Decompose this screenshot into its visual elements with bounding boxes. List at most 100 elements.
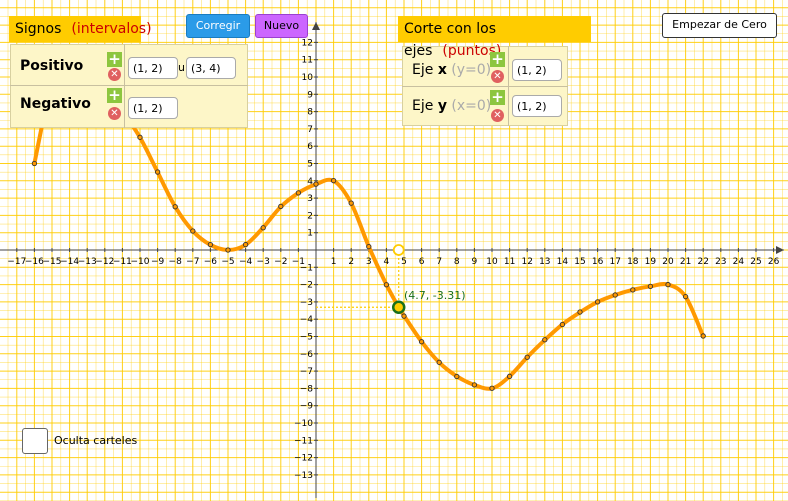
x-tick-label: 8 — [454, 257, 460, 267]
x-tick-label: −5 — [221, 257, 234, 267]
y-tick-label: 6 — [307, 142, 313, 152]
eje-x-point-field[interactable]: (1, 2) — [512, 59, 562, 81]
y-tick-label: −4 — [300, 315, 314, 325]
oculta-carteles-label: Oculta carteles — [54, 434, 138, 447]
y-tick-label: 11 — [302, 56, 313, 66]
y-tick-label: −8 — [300, 384, 314, 394]
curve-marker — [630, 287, 636, 293]
x-tick-label: −4 — [239, 257, 253, 267]
x-tick-label: 9 — [472, 257, 478, 267]
eje-x-remove-icon[interactable]: ✕ — [491, 70, 504, 83]
x-axis-arrow — [776, 246, 784, 254]
curve-marker — [225, 247, 231, 253]
eje-y-axis: y — [437, 98, 447, 114]
x-tick-label: 19 — [645, 257, 657, 267]
x-tick-label: 23 — [715, 257, 726, 267]
x-tick-label: 18 — [627, 257, 639, 267]
oculta-carteles-checkbox[interactable] — [22, 428, 48, 454]
eje-y-point-field[interactable]: (1, 2) — [512, 95, 562, 117]
x-tick-label: 13 — [539, 257, 550, 267]
curve-marker — [313, 181, 319, 187]
point-projection-x — [392, 244, 405, 256]
eje-x-axis: x — [437, 62, 447, 78]
y-axis-arrow — [312, 22, 320, 30]
curve-marker — [137, 134, 143, 140]
curve-marker — [154, 169, 161, 175]
signos-subtitle: (intervalos) — [71, 21, 152, 37]
x-tick-label: 10 — [486, 257, 498, 267]
curve-marker — [242, 241, 249, 248]
positivo-label: Positivo — [20, 58, 84, 74]
curve-marker — [665, 281, 671, 288]
y-tick-label: 2 — [307, 211, 313, 221]
curve-marker — [682, 294, 689, 300]
x-tick-label: 22 — [697, 257, 708, 267]
positivo-interval-field-2[interactable]: (3, 4) — [186, 57, 236, 79]
curve-marker — [295, 190, 302, 196]
x-tick-label: 17 — [609, 257, 620, 267]
movable-point-marker[interactable] — [391, 300, 406, 315]
x-tick-label: −8 — [169, 257, 183, 267]
curve-marker — [366, 244, 372, 250]
x-tick-label: 24 — [733, 257, 745, 267]
curve-marker — [700, 333, 706, 339]
positivo-add-icon[interactable]: + — [107, 52, 122, 67]
y-tick-label: 7 — [307, 125, 313, 135]
curve-marker — [559, 321, 566, 328]
curve-marker — [647, 283, 654, 290]
nuevo-button[interactable]: Nuevo — [255, 14, 308, 38]
positivo-interval-field-1[interactable]: (1, 2) — [128, 57, 178, 79]
x-tick-label: −10 — [131, 257, 150, 267]
negativo-interval-field[interactable]: (1, 2) — [128, 97, 178, 119]
curve-marker — [506, 373, 513, 379]
curve-marker — [542, 337, 548, 343]
curve-marker — [383, 282, 390, 288]
negativo-remove-icon[interactable]: ✕ — [108, 107, 121, 120]
y-tick-label: 1 — [307, 229, 313, 239]
y-tick-label: −13 — [294, 471, 313, 481]
y-tick-label: −1 — [300, 263, 313, 273]
x-tick-label: 7 — [436, 257, 442, 267]
x-tick-label: 4 — [384, 257, 390, 267]
y-tick-label: 9 — [307, 90, 313, 100]
eje-y-add-icon[interactable]: + — [490, 90, 505, 105]
y-tick-label: −10 — [294, 419, 313, 429]
curve-marker — [401, 313, 407, 319]
curve-marker — [190, 228, 196, 234]
y-tick-label: −3 — [300, 298, 313, 308]
movable-point[interactable] — [391, 300, 406, 315]
eje-x-add-icon[interactable]: + — [490, 52, 505, 67]
x-tick-label: 6 — [419, 257, 425, 267]
curve-marker — [524, 354, 530, 360]
curve-marker — [594, 299, 601, 305]
x-tick-label: −2 — [274, 257, 287, 267]
eje-y-label: Eje y (x=0) — [412, 98, 491, 114]
curve-marker — [577, 309, 583, 315]
eje-y-word: Eje — [412, 98, 434, 114]
y-tick-label: −2 — [300, 281, 313, 291]
negativo-add-icon[interactable]: + — [107, 88, 122, 103]
curve-marker — [207, 241, 214, 248]
corte-title: Corte con los ejes (puntos) — [398, 16, 591, 59]
x-tick-label: 5 — [401, 257, 407, 267]
x-tick-label: −7 — [186, 257, 199, 267]
x-tick-label: 26 — [768, 257, 780, 267]
x-tick-label: −3 — [257, 257, 270, 267]
eje-y-condition: (x=0) — [451, 98, 492, 114]
y-tick-label: 10 — [302, 73, 314, 83]
x-tick-label: 16 — [592, 257, 604, 267]
signos-column-divider — [124, 44, 125, 128]
negativo-label: Negativo — [20, 96, 91, 112]
corte-row-divider — [402, 86, 568, 87]
eje-y-remove-icon[interactable]: ✕ — [491, 109, 504, 122]
positivo-remove-icon[interactable]: ✕ — [108, 68, 121, 81]
eje-x-condition: (y=0) — [451, 62, 492, 78]
corregir-button[interactable]: Corregir — [186, 14, 250, 38]
x-tick-label: −12 — [95, 257, 114, 267]
y-tick-label: −7 — [300, 367, 313, 377]
signos-title: Signos (intervalos) — [9, 16, 152, 42]
empezar-de-cero-button[interactable]: Empezar de Cero — [662, 13, 777, 38]
x-tick-label: 1 — [331, 257, 337, 267]
x-tick-label: 25 — [750, 257, 761, 267]
curve-marker — [348, 200, 354, 206]
